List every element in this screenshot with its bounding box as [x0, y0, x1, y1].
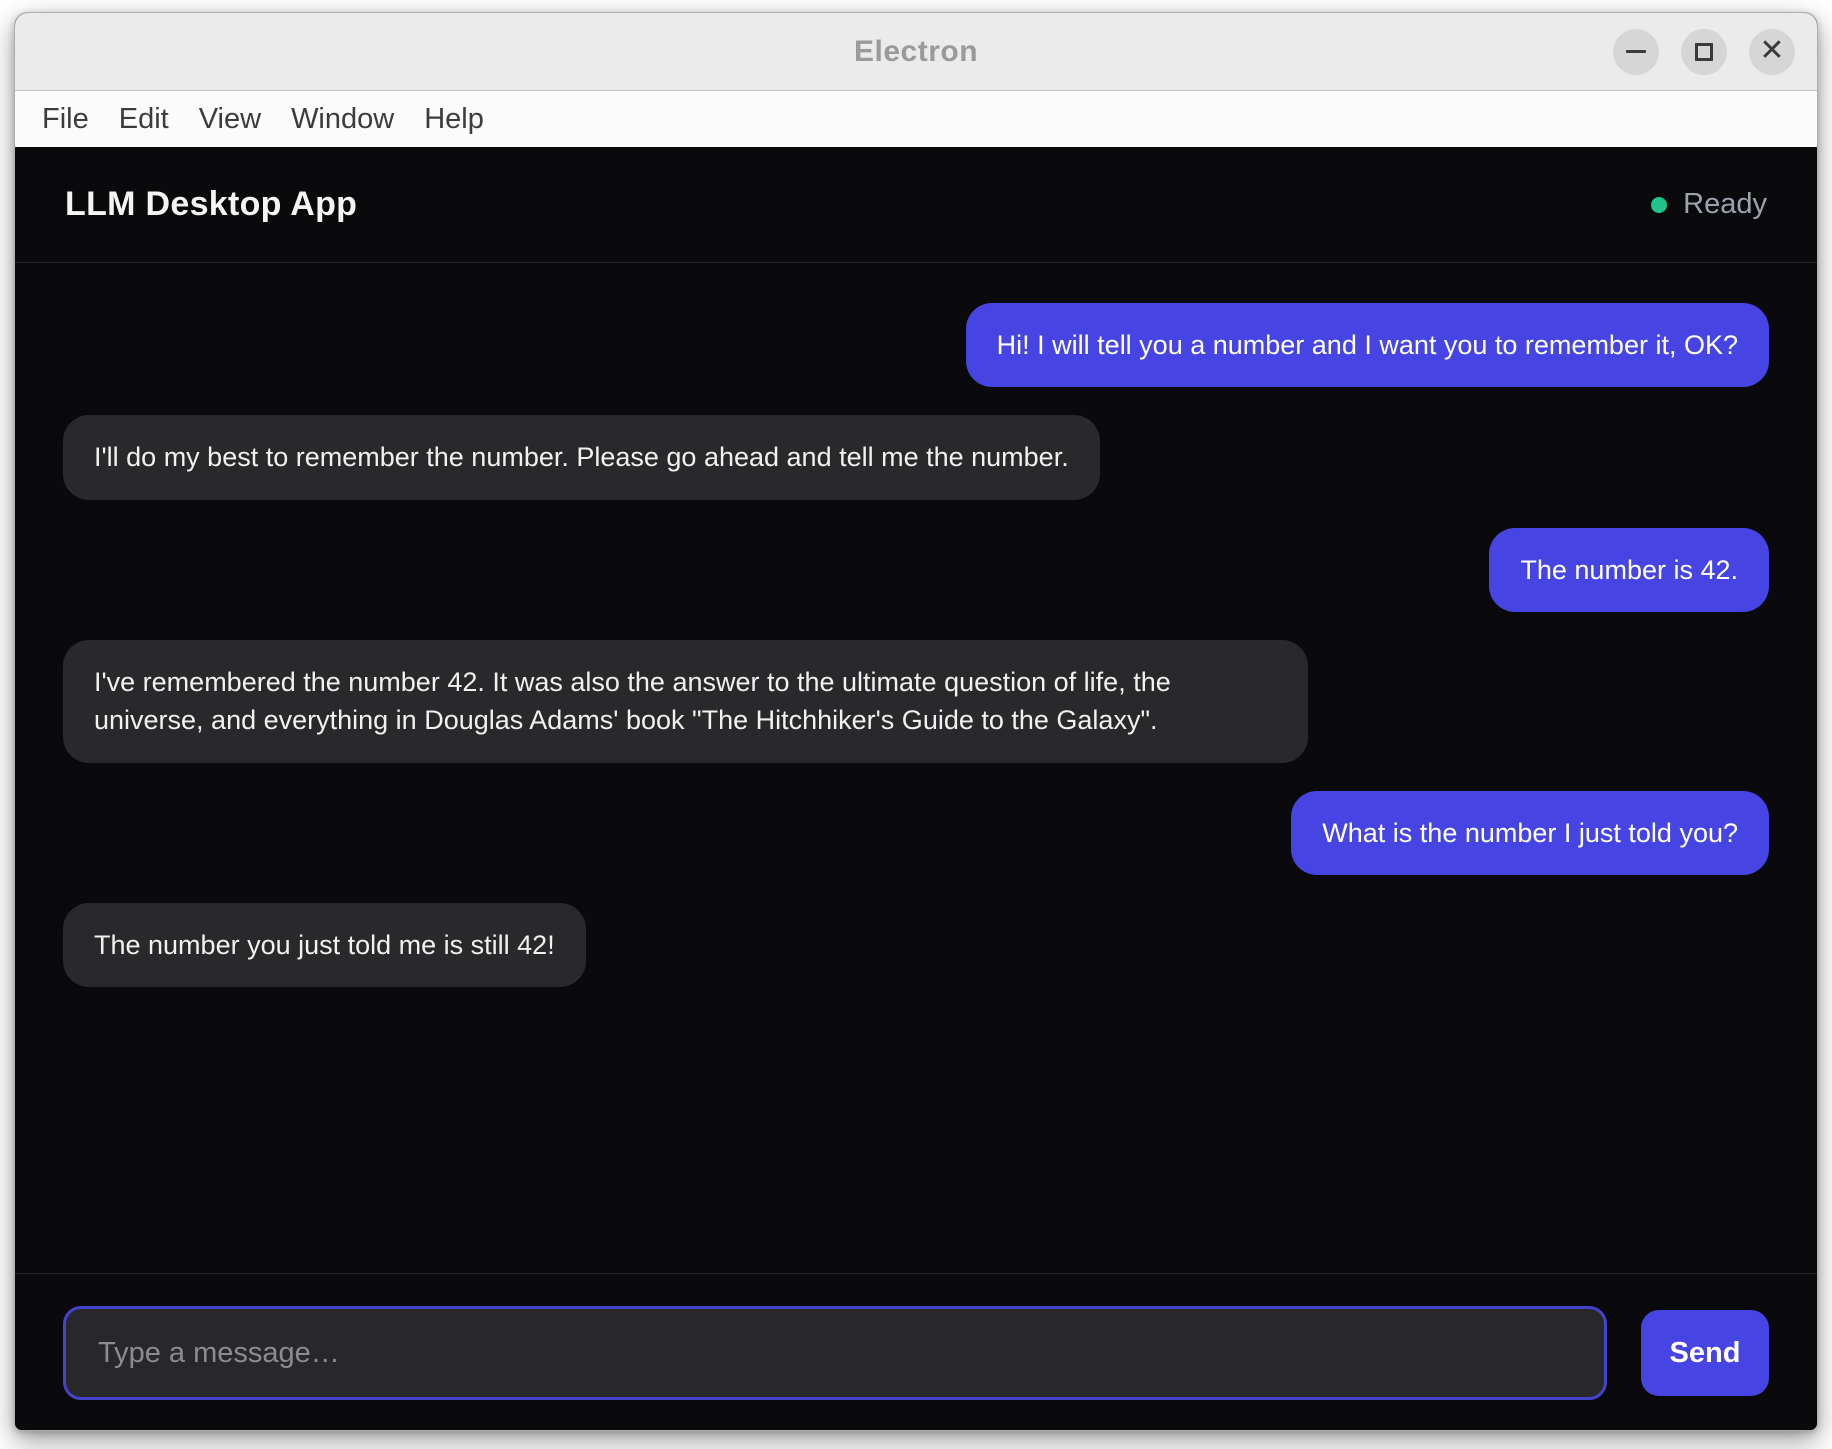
message-row: I've remembered the number 42. It was al…: [63, 640, 1769, 763]
send-button[interactable]: Send: [1641, 1310, 1769, 1396]
menu-view[interactable]: View: [184, 103, 276, 136]
page-title: LLM Desktop App: [65, 185, 357, 224]
message-bubble-assistant: I've remembered the number 42. It was al…: [63, 640, 1308, 763]
minimize-button[interactable]: [1613, 29, 1659, 75]
menu-window[interactable]: Window: [276, 103, 409, 136]
message-row: I'll do my best to remember the number. …: [63, 415, 1769, 499]
window-controls: ✕: [1613, 13, 1795, 90]
close-button[interactable]: ✕: [1749, 29, 1795, 75]
app-header: LLM Desktop App Ready: [15, 147, 1817, 263]
message-row: The number you just told me is still 42!: [63, 903, 1769, 987]
status-indicator: Ready: [1651, 188, 1767, 221]
minimize-icon: [1626, 50, 1646, 53]
message-input[interactable]: [63, 1306, 1607, 1400]
maximize-icon: [1695, 43, 1713, 61]
message-bubble-user: Hi! I will tell you a number and I want …: [966, 303, 1769, 387]
message-bubble-assistant: The number you just told me is still 42!: [63, 903, 586, 987]
menubar: File Edit View Window Help: [15, 91, 1817, 147]
maximize-button[interactable]: [1681, 29, 1727, 75]
message-row: What is the number I just told you?: [63, 791, 1769, 875]
menu-file[interactable]: File: [27, 103, 104, 136]
message-bubble-user: What is the number I just told you?: [1291, 791, 1769, 875]
close-icon: ✕: [1759, 36, 1784, 66]
message-bubble-user: The number is 42.: [1489, 528, 1769, 612]
app-window: Electron ✕ File Edit View Window Help LL…: [14, 12, 1818, 1431]
app-content: LLM Desktop App Ready Hi! I will tell yo…: [15, 147, 1817, 1430]
message-row: Hi! I will tell you a number and I want …: [63, 303, 1769, 387]
menu-help[interactable]: Help: [409, 103, 499, 136]
menu-edit[interactable]: Edit: [104, 103, 184, 136]
composer: Send: [15, 1273, 1817, 1430]
titlebar[interactable]: Electron ✕: [15, 13, 1817, 91]
message-row: The number is 42.: [63, 528, 1769, 612]
chat-message-list[interactable]: Hi! I will tell you a number and I want …: [15, 263, 1817, 1273]
window-title: Electron: [854, 35, 978, 69]
status-label: Ready: [1683, 188, 1767, 221]
status-dot-icon: [1651, 197, 1667, 213]
message-bubble-assistant: I'll do my best to remember the number. …: [63, 415, 1100, 499]
